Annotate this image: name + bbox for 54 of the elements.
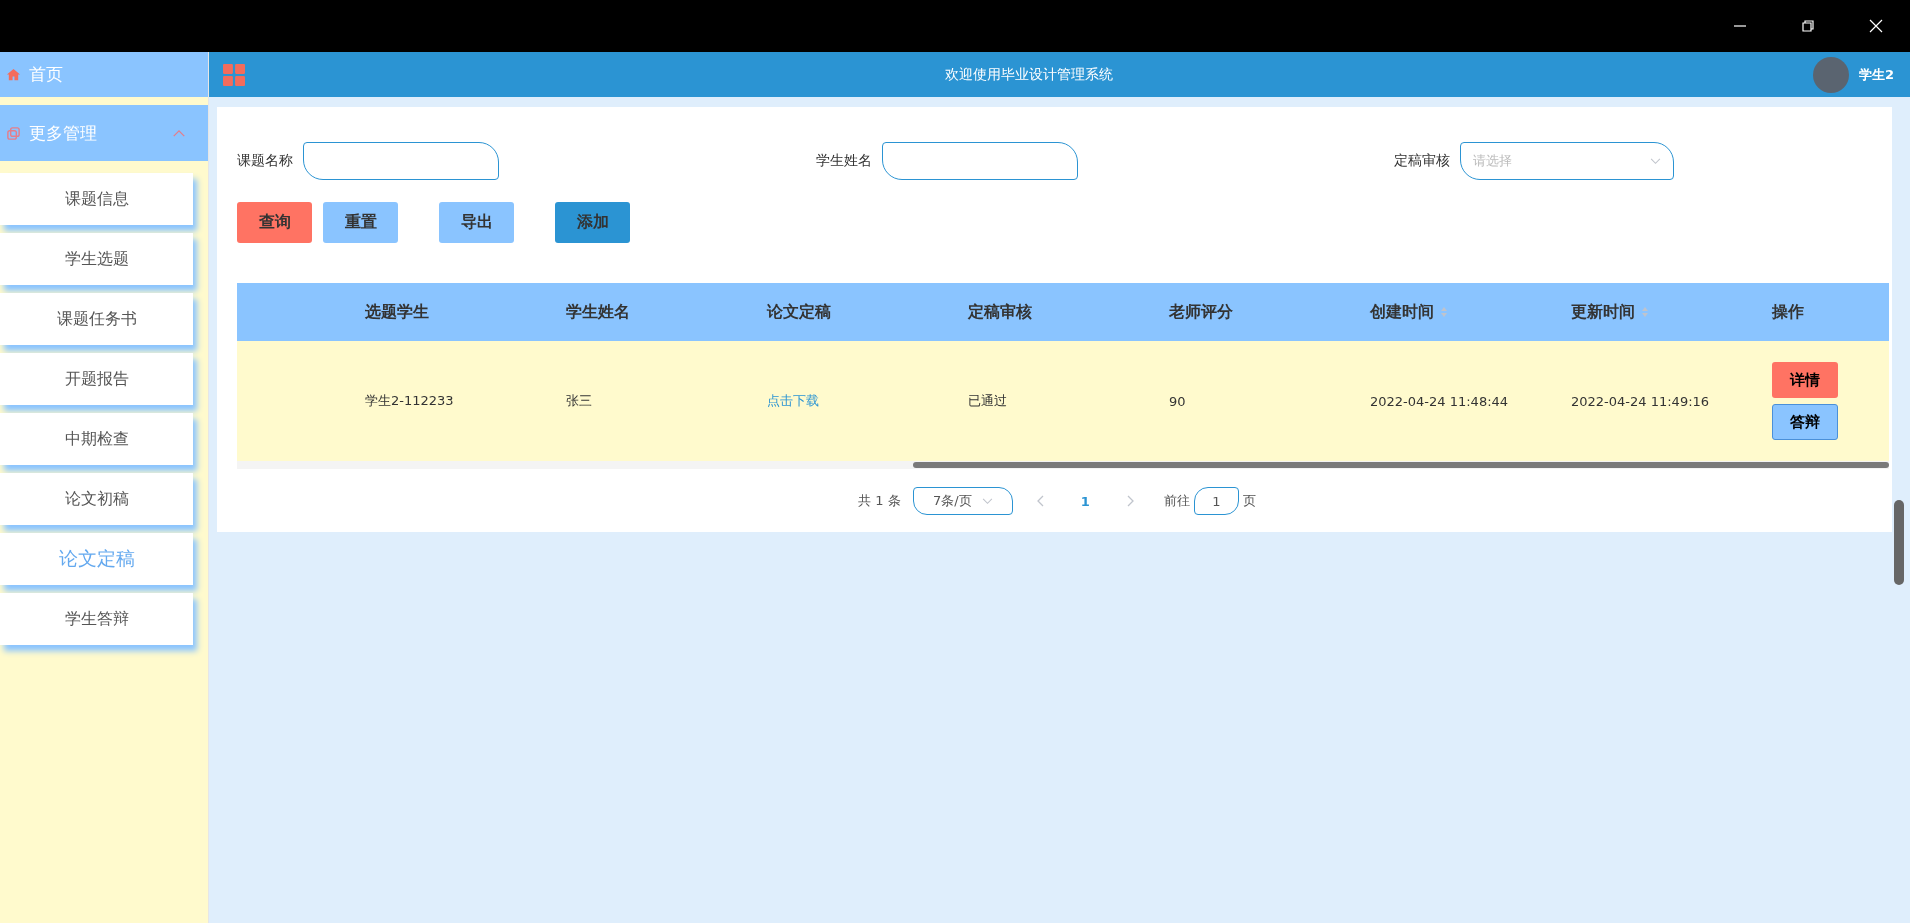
prev-page-icon[interactable] [1036, 495, 1045, 507]
user-name: 学生2 [1858, 65, 1894, 84]
scrollbar-thumb[interactable] [913, 462, 1889, 468]
sort-icon[interactable] [1641, 306, 1649, 318]
column-header[interactable]: 创建时间 [1370, 301, 1448, 323]
table-cell: 张三 [566, 392, 592, 410]
chevron-icon [172, 128, 186, 138]
field-label: 课题名称 [237, 152, 293, 170]
field-label: 学生姓名 [815, 152, 872, 170]
sidebar-item[interactable]: 中期检查 [0, 413, 193, 465]
action-button[interactable]: 导出 [439, 202, 514, 243]
table-cell: 90 [1169, 393, 1186, 409]
total-count: 共 1 条 [858, 492, 901, 510]
copy-icon [6, 125, 21, 141]
restore-icon[interactable] [1800, 18, 1816, 34]
column-header[interactable]: 学生姓名 [566, 301, 630, 323]
column-header[interactable]: 更新时间 [1571, 301, 1649, 323]
column-header[interactable]: 定稿审核 [968, 301, 1032, 323]
table-cell: 2022-04-24 11:48:44 [1370, 393, 1509, 409]
close-icon[interactable] [1868, 18, 1884, 34]
grid-icon[interactable] [223, 63, 245, 86]
column-header[interactable]: 操作 [1772, 301, 1804, 323]
chevron-down-icon [981, 497, 993, 505]
column-header[interactable]: 论文定稿 [767, 301, 831, 323]
sidebar-item[interactable]: 课题信息 [0, 173, 193, 225]
action-button[interactable]: 添加 [555, 202, 630, 243]
action-button[interactable]: 重置 [323, 202, 398, 243]
table-cell: 已通过 [968, 392, 1007, 410]
home-icon [6, 67, 21, 82]
app-title: 欢迎使用毕业设计管理系统 [943, 65, 1114, 84]
field-label: 定稿审核 [1394, 152, 1450, 170]
column-header[interactable]: 老师评分 [1169, 301, 1233, 323]
input-field[interactable] [303, 142, 499, 180]
sidebar-item[interactable]: 学生选题 [0, 233, 193, 285]
next-page-icon[interactable] [1125, 495, 1134, 507]
goto-label: 前往 [1163, 492, 1190, 510]
input-field[interactable] [881, 142, 1078, 180]
page-suffix: 页 [1242, 492, 1256, 510]
table-cell: 2022-04-24 11:49:16 [1571, 393, 1710, 409]
page-size-select[interactable]: 7条/页 [912, 487, 1013, 515]
row-action-button[interactable]: 详情 [1772, 362, 1838, 398]
sidebar-item[interactable]: 学生答辩 [0, 593, 193, 645]
column-header[interactable]: 选题学生 [365, 301, 429, 323]
chevron-down-icon [1650, 157, 1661, 165]
sort-icon[interactable] [1440, 306, 1448, 318]
sidebar-item[interactable]: 论文初稿 [0, 473, 193, 525]
sidebar-item[interactable]: 课题任务书 [0, 293, 193, 345]
action-button[interactable]: 查询 [237, 202, 312, 243]
scrollbar-thumb[interactable] [1894, 500, 1904, 585]
sidebar-item[interactable]: 开题报告 [0, 353, 193, 405]
table-cell: 学生2-112233 [365, 392, 454, 410]
avatar[interactable] [1812, 56, 1849, 93]
page-input[interactable]: 1 [1193, 487, 1239, 515]
row-action-button[interactable]: 答辩 [1772, 404, 1838, 440]
